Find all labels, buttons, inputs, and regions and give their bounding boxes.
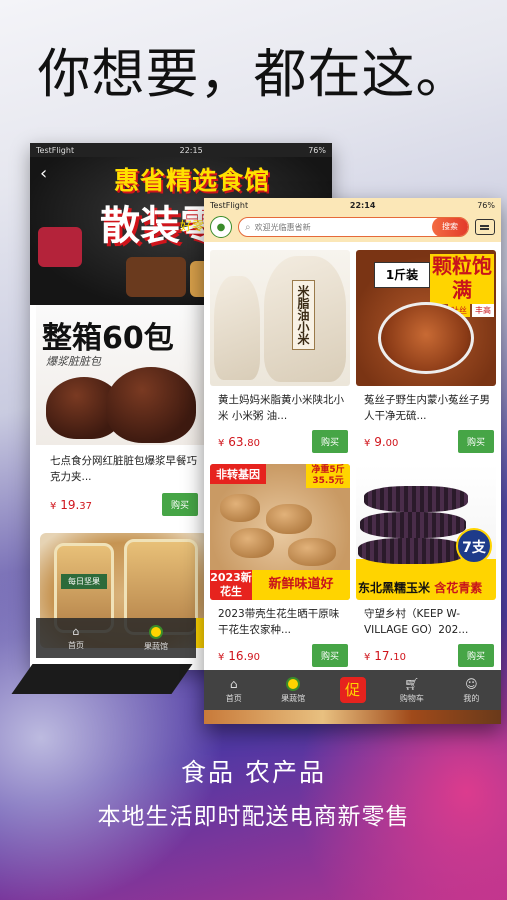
product-price: ¥ 17.10: [364, 648, 407, 663]
product-title: 守望乡村（KEEP W-VILLAGE GO）202...: [364, 608, 469, 636]
product-tag-right: 净重5斤 35.5元: [306, 464, 350, 488]
back-status-app: TestFlight: [36, 145, 75, 155]
buy-button[interactable]: 购买: [161, 493, 198, 516]
front-status-battery: 76%: [477, 200, 495, 210]
product-badge: 颗粒饱满: [430, 254, 494, 304]
product-card-black-corn[interactable]: 7支 东北黑糯玉米 含花青素 守望乡村（KEEP W-VILLAGE GO）20…: [356, 464, 496, 667]
product-title: 黄土妈妈米脂黄小米陕北小米 小米粥 油...: [218, 394, 344, 422]
product-card-millet[interactable]: 米脂油小米 黄土妈妈米脂黄小米陕北小米 小米粥 油... ¥ 63.80 购买: [210, 250, 350, 453]
year-label: 2023新花生: [210, 570, 252, 600]
back-status-time: 22:15: [179, 145, 203, 155]
banner-store-name: 惠省精选食馆: [114, 166, 271, 195]
front-status-time: 22:14: [349, 200, 376, 210]
promo-icon: 促: [339, 677, 366, 703]
back-product-card[interactable]: 整箱60包 爆浆脏脏包 七点食分网红脏脏包爆浆早餐巧克力夹... ¥ 19.37…: [36, 305, 206, 516]
snack-image: [126, 257, 186, 297]
product-price: ¥ 16.90: [218, 648, 261, 663]
product-image: 整箱60包 爆浆脏脏包: [36, 305, 206, 445]
front-status-app: TestFlight: [210, 200, 249, 210]
home-icon: ⌂: [229, 676, 238, 691]
back-tab-produce[interactable]: 果蔬馆: [116, 624, 196, 652]
home-icon: ⌂: [72, 625, 80, 638]
corn-banner-text: 东北黑糯玉米 含花青素: [358, 581, 483, 595]
back-tab-home[interactable]: ⌂ 首页: [36, 625, 116, 651]
product-price: ¥ 19.37: [50, 497, 93, 512]
fresh-label: 新鲜味道好: [252, 570, 350, 600]
product-image: 7支 东北黑糯玉米 含花青素: [356, 464, 496, 600]
product-card-dodder-seed[interactable]: 1斤装 颗粒饱满 吐丝 丰高 菟丝子野生内蒙小菟丝子男人干净无硫... ¥ 9.…: [356, 250, 496, 453]
product-tag-left: 非转基因: [210, 464, 266, 484]
back-arrow-icon[interactable]: ‹: [40, 163, 47, 184]
tab-cart[interactable]: 🛒︎ 购物车: [382, 677, 441, 704]
decor-wedge: [11, 664, 193, 694]
product-tag: 整箱60包: [42, 321, 174, 356]
back-status-battery: 76%: [308, 145, 326, 155]
rice-bag-image: [214, 276, 260, 380]
search-input[interactable]: [254, 222, 428, 232]
search-bar[interactable]: ⌕ 搜索: [238, 217, 469, 237]
product-tag-sub: 爆浆脏脏包: [46, 355, 101, 368]
nut-jar-label: 每日坚果: [61, 574, 107, 589]
product-price: ¥ 63.80: [218, 434, 261, 449]
peanut-image: [230, 528, 274, 558]
product-image: 非转基因 净重5斤 35.5元 2023新花生 新鲜味道好: [210, 464, 350, 600]
tab-produce[interactable]: 果蔬馆: [263, 676, 322, 704]
front-status-bar: TestFlight 22:14 76%: [204, 198, 501, 212]
caption-categories: 食品 农产品: [181, 758, 326, 787]
buy-button[interactable]: 购买: [457, 644, 494, 667]
shop-icon: [149, 624, 163, 639]
tab-profile[interactable]: ☺ 我的: [442, 677, 501, 704]
tab-promo[interactable]: 促: [323, 677, 382, 703]
peanut-image: [220, 494, 260, 522]
tab-home[interactable]: ⌂ 首页: [204, 677, 263, 704]
front-phone-screenshot: TestFlight 22:14 76% ● ⌕ 搜索 米脂油小米 黄土妈妈米脂…: [204, 198, 501, 724]
weight-label: 1斤装: [374, 262, 430, 288]
product-image: 1斤装 颗粒饱满 吐丝 丰高: [356, 250, 496, 386]
cart-icon: 🛒︎: [404, 676, 420, 691]
shop-icon: [286, 676, 301, 691]
peanut-image: [288, 538, 336, 566]
corn-image: [364, 486, 468, 512]
back-tab-bar: ⌂ 首页 果蔬馆: [36, 618, 196, 658]
corn-image: [360, 512, 466, 538]
back-status-bar: TestFlight 22:15 76%: [30, 143, 332, 157]
buy-button[interactable]: 购买: [311, 430, 348, 453]
next-row-edge: [204, 710, 501, 724]
snack-image: [38, 227, 82, 267]
corn-image: [358, 538, 466, 564]
search-button[interactable]: 搜索: [432, 218, 468, 236]
grain-bowl-image: [378, 302, 474, 374]
buy-button[interactable]: 购买: [311, 644, 348, 667]
product-image: 米脂油小米: [210, 250, 350, 386]
headline: 你想要，都在这。: [37, 44, 470, 105]
product-title: 七点食分网红脏脏包爆浆早餐巧克力夹...: [50, 455, 197, 483]
product-card-peanut[interactable]: 非转基因 净重5斤 35.5元 2023新花生 新鲜味道好 2023带壳生花生晒…: [210, 464, 350, 667]
shop-logo-icon: ●: [210, 216, 232, 238]
message-icon[interactable]: [475, 219, 495, 235]
cake-image: [106, 367, 196, 443]
product-bottom-banner: 2023新花生 新鲜味道好: [210, 570, 350, 600]
buy-button[interactable]: 购买: [457, 430, 494, 453]
product-price: ¥ 9.00: [364, 434, 399, 449]
product-title: 菟丝子野生内蒙小菟丝子男人干净无硫...: [364, 394, 490, 422]
front-header: ● ⌕ 搜索: [204, 212, 501, 242]
caption-tagline: 本地生活即时配送电商新零售: [97, 804, 410, 830]
product-badge: 7支: [456, 528, 492, 564]
front-tab-bar: ⌂ 首页 果蔬馆 促 🛒︎ 购物车 ☺ 我的: [204, 670, 501, 710]
user-icon: ☺: [465, 676, 478, 691]
product-title: 2023带壳生花生晒干原味干花生农家种...: [218, 608, 340, 636]
search-icon: ⌕: [245, 221, 251, 233]
rice-bag-label: 米脂油小米: [292, 280, 315, 350]
peanut-image: [266, 504, 312, 534]
